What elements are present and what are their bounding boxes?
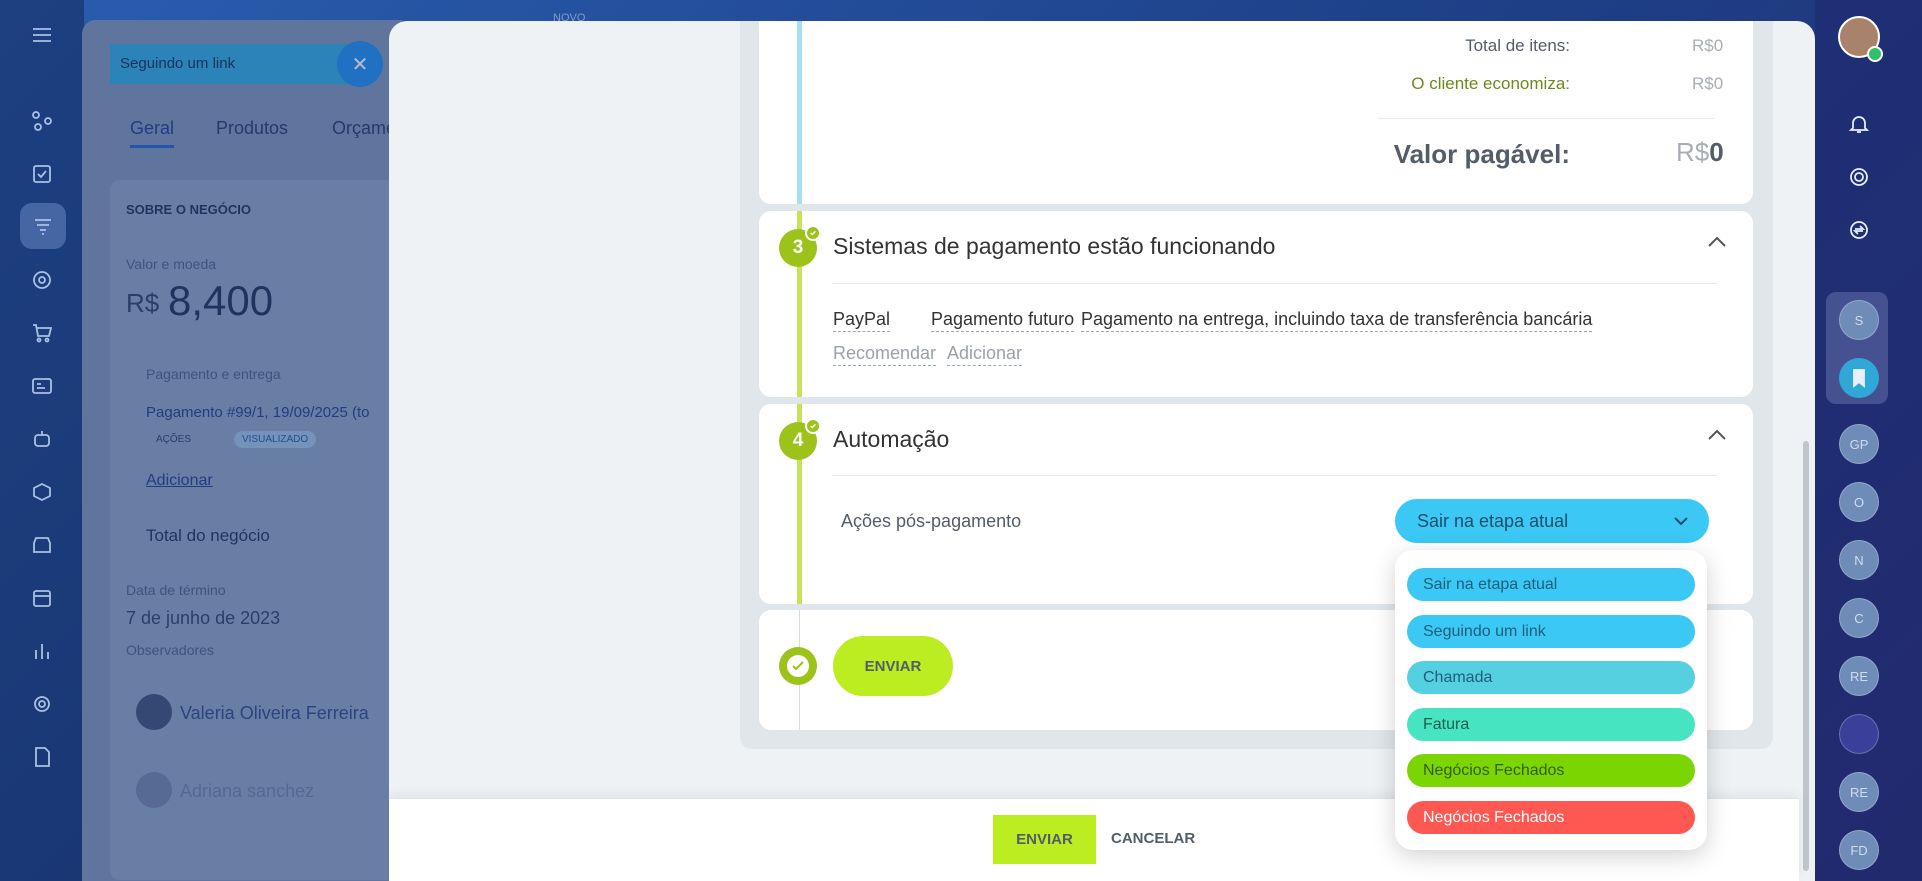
dropdown-option[interactable]: Sair na etapa atual [1407, 568, 1695, 601]
overlay-dim [82, 20, 402, 881]
payment-systems-card: 3 Sistemas de pagamento estão funcionand… [759, 211, 1753, 397]
payable-currency: R$ [1676, 137, 1710, 167]
divider [833, 283, 1717, 284]
recommend-link[interactable]: Recomendar [833, 343, 937, 366]
settings-icon[interactable] [27, 689, 57, 719]
avatar[interactable]: N [1839, 540, 1879, 580]
calendar-icon[interactable] [27, 583, 57, 613]
step-3-badge: 3 [779, 225, 821, 267]
dropdown-option[interactable]: Seguindo um link [1407, 614, 1695, 648]
analytics-icon[interactable] [27, 636, 57, 666]
save-button[interactable]: ENVIAR [993, 815, 1096, 864]
total-items-value: R$0 [1692, 36, 1724, 55]
divider [833, 475, 1717, 476]
avatar[interactable]: S [1839, 300, 1879, 340]
cart-icon[interactable] [27, 318, 57, 348]
add-payment-system-link[interactable]: Adicionar [947, 343, 1023, 366]
document-icon[interactable] [27, 742, 57, 772]
dropdown-option[interactable]: Fatura [1407, 707, 1695, 741]
total-items-label: Total de itens: [1465, 36, 1570, 55]
cancel-button[interactable]: CANCELAR [1111, 830, 1195, 847]
avatar[interactable]: FD [1839, 830, 1879, 870]
avatar[interactable]: RE [1839, 656, 1879, 696]
bell-icon[interactable] [1839, 104, 1879, 144]
contact-card-icon[interactable] [27, 371, 57, 401]
step-3-title: Sistemas de pagamento estão funcionando [833, 233, 1276, 259]
target-icon[interactable] [1839, 157, 1879, 197]
payable-value: 0 [1709, 137, 1724, 167]
avatar[interactable]: GP [1839, 424, 1879, 464]
avatar[interactable]: RE [1839, 772, 1879, 812]
sync-icon[interactable] [1839, 210, 1879, 250]
collapse-chevron-icon[interactable] [1707, 428, 1727, 442]
menu-icon[interactable] [27, 20, 57, 50]
avatar[interactable]: O [1839, 482, 1879, 522]
customer-saves-value: R$0 [1692, 74, 1724, 93]
payment-system-paypal[interactable]: PayPal [833, 309, 891, 332]
step-done-badge [779, 647, 817, 685]
dropdown-option[interactable]: Chamada [1407, 661, 1695, 694]
payable-label: Valor pagável: [1393, 139, 1570, 169]
stage-dropdown-menu: Sair na etapa atual Seguindo um link Chama… [1395, 550, 1707, 850]
dropdown-value: Sair na etapa atual [1417, 511, 1569, 531]
right-rail: S GP O N C RE RE FD [1815, 0, 1922, 881]
post-payment-dropdown[interactable]: Sair na etapa atual [1395, 499, 1709, 543]
post-payment-label: Ações pós-pagamento [841, 511, 1022, 531]
dropdown-option[interactable]: Negócios Fechados [1407, 754, 1695, 787]
left-navigation-rail [0, 0, 84, 881]
customer-saves-label: O cliente economiza: [1411, 74, 1570, 93]
robot-icon[interactable] [27, 424, 57, 454]
check-icon [805, 418, 821, 434]
chevron-down-icon [1674, 517, 1688, 526]
payment-system-delivery[interactable]: Pagamento na entrega, incluindo taxa de … [1081, 309, 1593, 332]
step-4-title: Automação [833, 426, 950, 452]
store-icon[interactable] [27, 530, 57, 560]
bookmark-icon[interactable] [1839, 358, 1879, 398]
avatar[interactable]: C [1839, 598, 1879, 638]
check-icon [792, 661, 804, 671]
target-icon[interactable] [27, 265, 57, 295]
step-4-badge: 4 [779, 418, 821, 460]
dropdown-option[interactable]: Negócios Fechados [1407, 800, 1695, 834]
avatar[interactable] [1839, 714, 1879, 754]
collapse-chevron-icon[interactable] [1707, 235, 1727, 249]
box-icon[interactable] [27, 477, 57, 507]
check-icon [805, 225, 821, 241]
timeline-line [797, 21, 802, 204]
online-status-icon [1867, 46, 1883, 62]
tasks-icon[interactable] [27, 159, 57, 189]
payment-system-future[interactable]: Pagamento futuro [931, 309, 1075, 332]
scrollbar[interactable] [1803, 441, 1809, 871]
deals-icon[interactable] [20, 203, 66, 249]
payable-amount: R$0 [1676, 137, 1724, 168]
send-button[interactable]: ENVIAR [833, 636, 953, 696]
deal-panel: Seguindo um link ✕ Geral Produtos Orçame… [82, 20, 402, 881]
divider [1378, 118, 1714, 119]
summary-card: Total de itens: R$0 O cliente economiza:… [759, 21, 1753, 204]
crm-icon[interactable] [27, 106, 57, 136]
